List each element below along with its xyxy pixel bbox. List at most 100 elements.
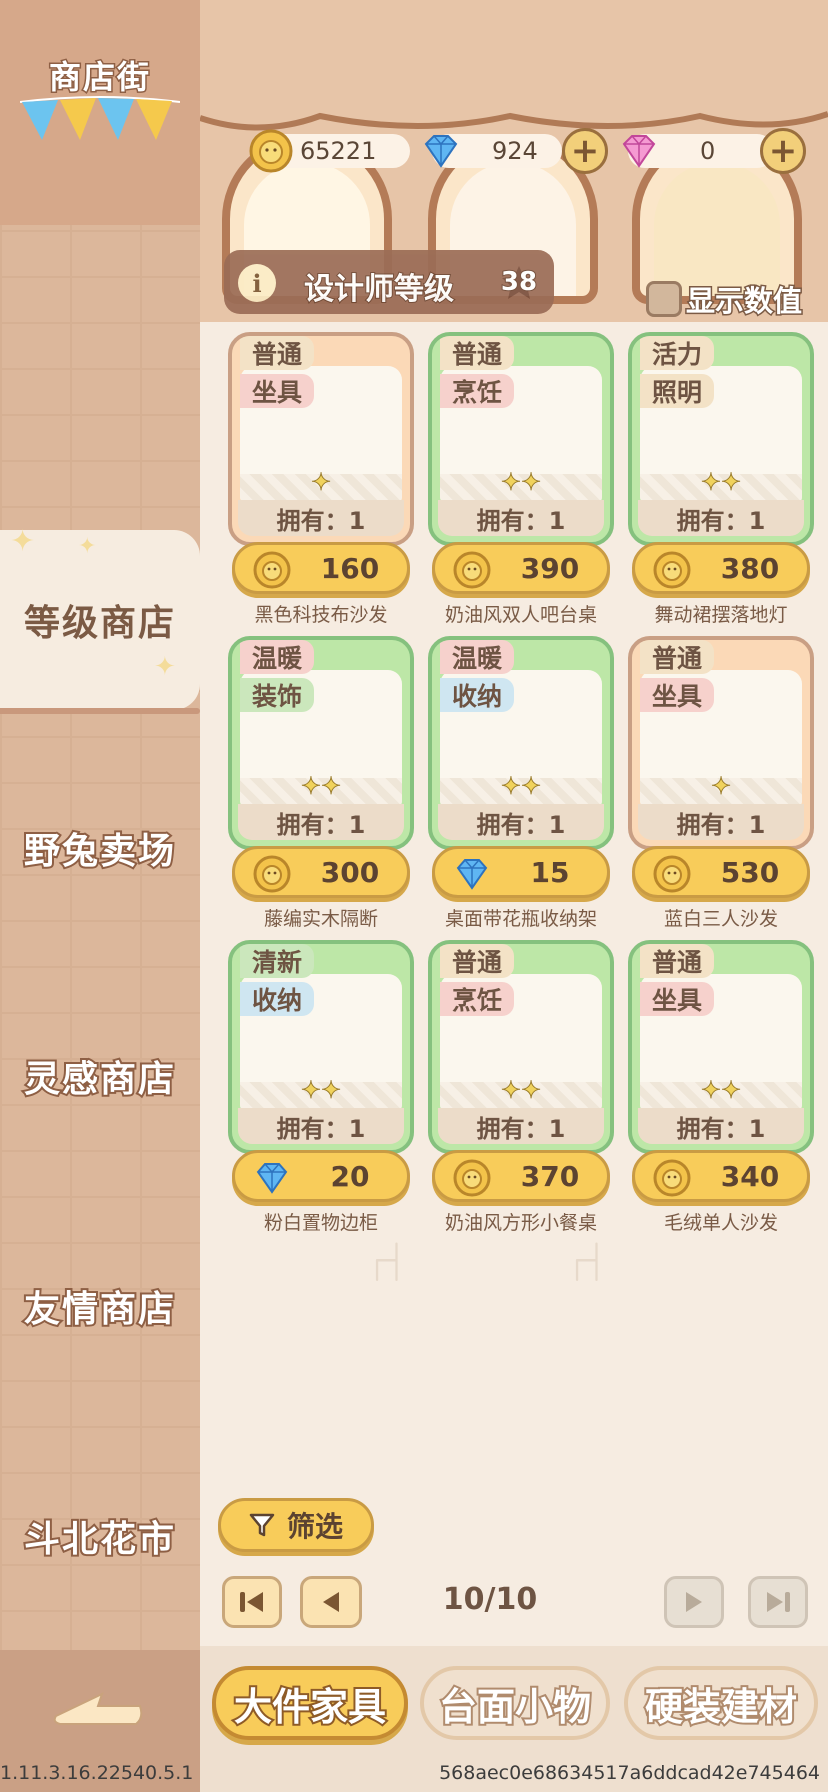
tab-tabletop-items[interactable]: 台面小物 xyxy=(420,1666,610,1740)
show-values-checkbox[interactable] xyxy=(646,281,682,317)
sidebar: 商店街 ✦ ✦ ✦ 等级商店 野兔卖场 灵感商店 友情商店 斗北花市 xyxy=(0,0,200,1792)
style-tag: 普通 xyxy=(640,640,715,674)
buy-price-button[interactable]: 390 xyxy=(432,542,610,594)
sparkle-icon: ✦ xyxy=(78,534,99,559)
diamond-counter: 924 xyxy=(424,134,562,168)
first-page-button[interactable] xyxy=(222,1576,282,1628)
owned-count: 拥有：1 xyxy=(438,500,604,536)
sidebar-item-friendship-shop[interactable]: 友情商店 xyxy=(0,1256,200,1356)
blue-diamond-icon xyxy=(456,859,488,890)
chair-watermark-icon: ⑁ xyxy=(370,1230,404,1295)
product-card[interactable]: 普通 坐具 ✦ 拥有：1 xyxy=(628,636,814,850)
buy-price-button[interactable]: 530 xyxy=(632,846,810,898)
show-values-toggle[interactable]: 显示数值 xyxy=(646,278,804,320)
style-tag: 普通 xyxy=(440,336,515,370)
product-card[interactable]: 清新收纳 ✦✦ 拥有：1 xyxy=(228,940,414,1154)
owned-count: 拥有：1 xyxy=(238,500,404,536)
owned-count: 拥有：1 xyxy=(438,804,604,840)
previous-page-button[interactable] xyxy=(300,1576,362,1628)
rarity-stars: ✦ xyxy=(710,772,732,801)
product-card[interactable]: 活力照明 ✦✦ 拥有：1 xyxy=(628,332,814,546)
buy-price-button[interactable]: 340 xyxy=(632,1150,810,1202)
sidebar-item-rabbit-market[interactable]: 野兔卖场 xyxy=(0,798,200,898)
price-value: 160 xyxy=(320,551,380,585)
rarity-stars: ✦✦ xyxy=(700,468,742,497)
rarity-stars: ✦✦ xyxy=(300,1076,342,1105)
designer-level-bar[interactable]: i 设计师等级 38 xyxy=(224,250,554,314)
coin-value: 65221 xyxy=(300,137,377,165)
category-tag: 坐具 xyxy=(640,678,715,712)
rarity-stars: ✦✦ xyxy=(300,772,342,801)
lion-coin-icon xyxy=(653,855,691,893)
style-tag: 普通 xyxy=(240,336,315,370)
previous-page-icon xyxy=(323,1592,339,1612)
owned-count: 拥有：1 xyxy=(638,500,804,536)
buy-price-button[interactable]: 160 xyxy=(232,542,410,594)
collapse-arrow-icon[interactable] xyxy=(52,1690,144,1730)
lion-coin-icon xyxy=(249,129,293,173)
tab-large-furniture[interactable]: 大件家具 xyxy=(212,1666,408,1740)
category-tag: 收纳 xyxy=(240,982,315,1016)
sidebar-item-inspiration-shop[interactable]: 灵感商店 xyxy=(0,1026,200,1126)
category-tag: 照明 xyxy=(640,374,715,408)
info-icon[interactable]: i xyxy=(238,264,276,302)
next-page-icon xyxy=(686,1592,702,1612)
product-card[interactable]: 温暖 装饰 ✦✦ 拥有：1 xyxy=(228,636,414,850)
price-value: 390 xyxy=(520,551,580,585)
product-card[interactable]: 普通 烹饪 ✦✦ 拥有：1 xyxy=(428,940,614,1154)
owned-count: 拥有：1 xyxy=(438,1108,604,1144)
designer-level-label: 设计师等级 xyxy=(303,271,455,308)
owned-count: 拥有：1 xyxy=(238,1108,404,1144)
price-value: 340 xyxy=(720,1159,780,1193)
rarity-stars: ✦✦ xyxy=(500,468,542,497)
buy-price-button[interactable]: 20 xyxy=(232,1150,410,1202)
sparkle-icon: ✦ xyxy=(10,524,38,559)
add-diamonds-button[interactable]: + xyxy=(562,128,608,174)
add-gems-button[interactable]: + xyxy=(760,128,806,174)
product-card[interactable]: 普通 烹饪 ✦✦ 拥有：1 xyxy=(428,332,614,546)
product-card[interactable]: 普通 坐具 ✦✦ 拥有：1 xyxy=(628,940,814,1154)
rarity-stars: ✦ xyxy=(310,468,332,497)
designer-level-value: 38 xyxy=(500,266,538,298)
lion-coin-icon xyxy=(653,551,691,589)
buy-price-button[interactable]: 380 xyxy=(632,542,810,594)
style-tag: 温暖 xyxy=(240,640,315,674)
product-card[interactable]: 温暖 收纳 ✦✦ 拥有：1 xyxy=(428,636,614,850)
sparkle-icon: ✦ xyxy=(154,652,178,682)
buy-price-button[interactable]: 300 xyxy=(232,846,410,898)
tab-hard-materials[interactable]: 硬装建材 xyxy=(624,1666,818,1740)
sidebar-item-label: 等级商店 xyxy=(23,603,176,644)
buy-price-button[interactable]: 15 xyxy=(432,846,610,898)
product-name: 毛绒单人沙发 xyxy=(663,1212,778,1234)
price-value: 530 xyxy=(720,855,780,889)
product-name: 粉白置物边柜 xyxy=(263,1212,378,1234)
last-page-button[interactable] xyxy=(748,1576,808,1628)
filter-button[interactable]: 筛选 xyxy=(218,1498,374,1552)
style-tag: 活力 xyxy=(640,336,715,370)
product-card[interactable]: 普通 坐具 ✦ 拥有：1 xyxy=(228,332,414,546)
sidebar-item-level-shop[interactable]: ✦ ✦ ✦ 等级商店 xyxy=(0,524,200,710)
next-page-button[interactable] xyxy=(664,1576,724,1628)
lion-coin-icon xyxy=(453,1159,491,1197)
sidebar-item-flower-market[interactable]: 斗北花市 xyxy=(0,1486,200,1586)
first-page-icon xyxy=(240,1592,263,1612)
style-tag: 清新 xyxy=(240,944,315,978)
price-value: 15 xyxy=(530,855,570,889)
gem-counter: 0 xyxy=(622,134,774,168)
product-name: 奶油风方形小餐桌 xyxy=(444,1212,597,1234)
style-tag: 普通 xyxy=(640,944,715,978)
price-value: 380 xyxy=(720,551,780,585)
page-indicator: 10/10 xyxy=(442,1582,538,1617)
sidebar-item-label: 野兔卖场 xyxy=(22,829,176,874)
buy-price-button[interactable]: 370 xyxy=(432,1150,610,1202)
product-name: 藤编实木隔断 xyxy=(263,908,378,930)
blue-diamond-icon xyxy=(256,1163,288,1194)
price-value: 370 xyxy=(520,1159,580,1193)
owned-count: 拥有：1 xyxy=(638,1108,804,1144)
category-tag: 收纳 xyxy=(440,678,515,712)
price-value: 300 xyxy=(320,855,380,889)
product-name: 舞动裙摆落地灯 xyxy=(654,604,788,626)
show-values-label: 显示数值 xyxy=(684,283,803,320)
sidebar-item-label: 斗北花市 xyxy=(22,1517,176,1562)
product-name: 蓝白三人沙发 xyxy=(663,908,778,930)
